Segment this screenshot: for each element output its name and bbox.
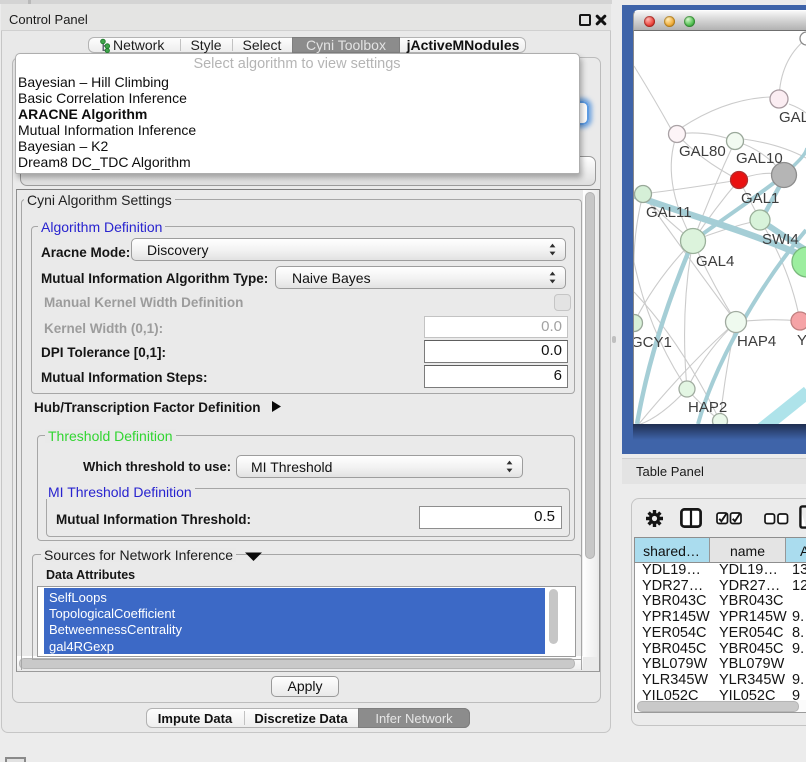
svg-text:HAP2: HAP2 <box>688 399 727 416</box>
svg-text:GAL7: GAL7 <box>779 109 806 126</box>
svg-text:SWI4: SWI4 <box>762 231 799 248</box>
svg-text:GCY1: GCY1 <box>634 334 672 351</box>
svg-text:Y: Y <box>797 332 806 349</box>
svg-text:GAL1: GAL1 <box>741 190 779 207</box>
svg-text:GAL10: GAL10 <box>736 150 783 167</box>
svg-text:GAL11: GAL11 <box>646 204 692 221</box>
svg-text:GAL80: GAL80 <box>679 143 726 160</box>
svg-text:GAL4: GAL4 <box>696 253 734 270</box>
svg-text:HAP4: HAP4 <box>737 333 776 350</box>
